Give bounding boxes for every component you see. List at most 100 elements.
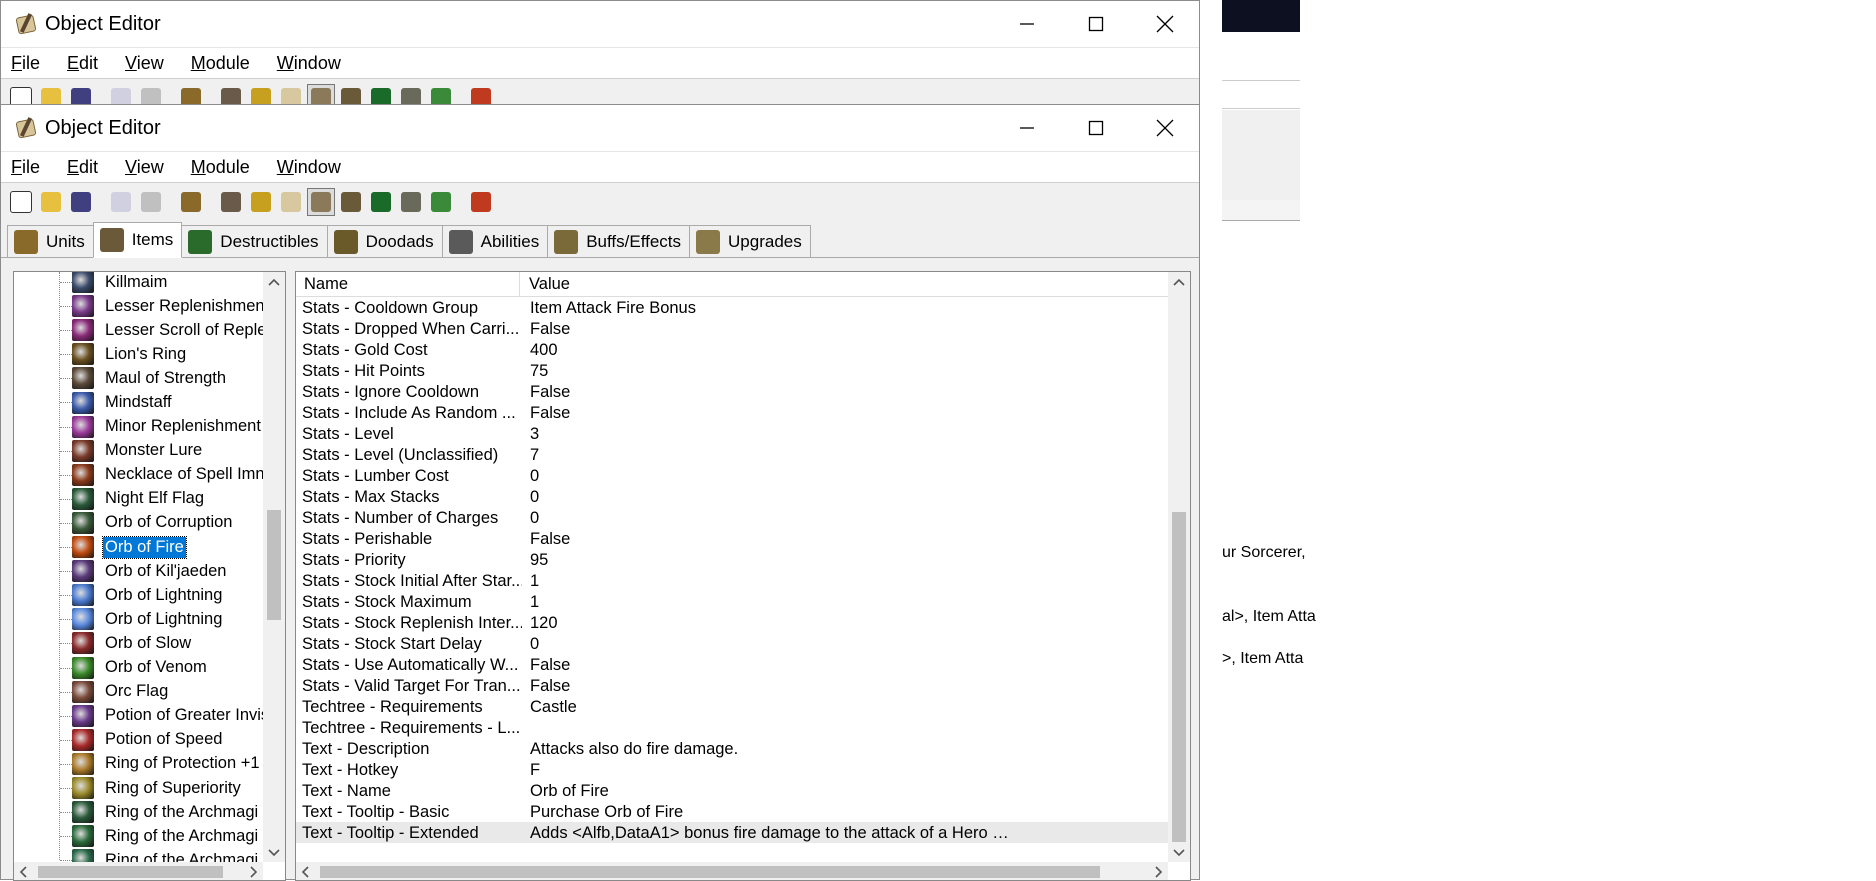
- tree-item[interactable]: Orc Flag: [14, 680, 260, 704]
- tree-item[interactable]: Ring of Superiority: [14, 776, 260, 800]
- value-column-header[interactable]: Value: [529, 275, 570, 294]
- tab-units[interactable]: Units: [7, 225, 94, 257]
- trigger-button[interactable]: [247, 188, 275, 216]
- object-tree-panel[interactable]: Killmaim Lesser Replenishment Lesser Scrol…: [13, 271, 286, 881]
- scroll-up-icon[interactable]: [1168, 272, 1190, 292]
- menu-edit[interactable]: Edit: [55, 157, 110, 178]
- campaign-button[interactable]: [337, 84, 365, 105]
- copy-button[interactable]: [107, 188, 135, 216]
- scroll-left-icon[interactable]: [14, 862, 34, 881]
- tree-item[interactable]: Monster Lure: [14, 439, 260, 463]
- scroll-down-icon[interactable]: [263, 842, 285, 862]
- open-folder-button[interactable]: [37, 84, 65, 105]
- table-row[interactable]: Stats - Level (Unclassified) 7: [296, 444, 1168, 465]
- menu-edit[interactable]: Edit: [55, 53, 110, 74]
- tab-destructibles[interactable]: Destructibles: [181, 225, 328, 257]
- table-row[interactable]: Stats - Stock Replenish Inter... 120: [296, 612, 1168, 633]
- title-bar[interactable]: Object Editor: [1, 1, 1199, 47]
- table-row[interactable]: Stats - Stock Start Delay 0: [296, 633, 1168, 654]
- table-row[interactable]: Stats - Number of Charges 0: [296, 507, 1168, 528]
- close-button[interactable]: [1130, 1, 1199, 47]
- table-row[interactable]: Stats - Ignore Cooldown False: [296, 381, 1168, 402]
- test-map-button[interactable]: [427, 84, 455, 105]
- table-row[interactable]: Stats - Stock Maximum 1: [296, 591, 1168, 612]
- tree-scroll-thumb[interactable]: [267, 510, 281, 620]
- quest-button[interactable]: [467, 84, 495, 105]
- object-editor-button[interactable]: [177, 188, 205, 216]
- tree-hscroll-thumb[interactable]: [38, 866, 223, 878]
- menu-module[interactable]: Module: [179, 53, 262, 74]
- grid-scroll-thumb[interactable]: [1172, 512, 1186, 842]
- scroll-right-icon[interactable]: [243, 862, 263, 881]
- unit-button[interactable]: [307, 84, 335, 105]
- tree-item[interactable]: Killmaim: [14, 272, 260, 294]
- quest-button[interactable]: [467, 188, 495, 216]
- table-row[interactable]: Stats - Gold Cost 400: [296, 339, 1168, 360]
- tree-item[interactable]: Lesser Scroll of Reple: [14, 318, 266, 342]
- column-divider[interactable]: [519, 272, 520, 296]
- scroll-down-icon[interactable]: [1168, 842, 1190, 862]
- tree-item[interactable]: Maul of Strength: [14, 366, 260, 390]
- scroll-right-icon[interactable]: [1148, 862, 1168, 881]
- tab-doodads[interactable]: Doodads: [326, 225, 443, 257]
- tree-item[interactable]: Orb of Lightning: [14, 607, 260, 631]
- menu-module[interactable]: Module: [179, 157, 262, 178]
- menu-view[interactable]: View: [113, 53, 176, 74]
- maximize-button[interactable]: [1061, 105, 1130, 151]
- properties-grid-panel[interactable]: Name Value Stats - Cooldown Group Item At…: [295, 271, 1191, 881]
- table-row[interactable]: Stats - Perishable False: [296, 528, 1168, 549]
- table-row[interactable]: Stats - Cooldown Group Item Attack Fire B…: [296, 297, 1168, 318]
- table-row[interactable]: Text - Tooltip - Basic Purchase Orb of Fi…: [296, 801, 1168, 822]
- table-row[interactable]: Text - Hotkey F: [296, 759, 1168, 780]
- save-button[interactable]: [67, 188, 95, 216]
- tree-item[interactable]: Orb of Kil'jaeden: [14, 559, 260, 583]
- name-column-header[interactable]: Name: [304, 275, 348, 294]
- table-row[interactable]: Stats - Valid Target For Tran... False: [296, 675, 1168, 696]
- table-row[interactable]: Stats - Use Automatically W... False: [296, 654, 1168, 675]
- tab-items[interactable]: Items: [92, 222, 183, 258]
- save-button[interactable]: [67, 84, 95, 105]
- paste-button[interactable]: [137, 188, 165, 216]
- grid-hscroll-thumb[interactable]: [320, 866, 1100, 878]
- copy-button[interactable]: [107, 84, 135, 105]
- table-row[interactable]: Techtree - Requirements - L...: [296, 717, 1168, 738]
- test-map-button[interactable]: [427, 188, 455, 216]
- scroll-left-icon[interactable]: [296, 862, 316, 881]
- table-row[interactable]: Stats - Hit Points 75: [296, 360, 1168, 381]
- tab-buffs-effects[interactable]: Buffs/Effects: [547, 225, 691, 257]
- tree-item[interactable]: Orb of Slow: [14, 631, 260, 655]
- tree-item[interactable]: Lion's Ring: [14, 342, 260, 366]
- paste-button[interactable]: [137, 84, 165, 105]
- table-row[interactable]: Stats - Stock Initial After Star... 1: [296, 570, 1168, 591]
- grid-vertical-scrollbar[interactable]: [1168, 272, 1190, 862]
- new-file-button[interactable]: [7, 188, 35, 216]
- open-folder-button[interactable]: [37, 188, 65, 216]
- table-row[interactable]: Text - Name Orb of Fire: [296, 780, 1168, 801]
- maximize-button[interactable]: [1061, 1, 1130, 47]
- import-button[interactable]: [397, 188, 425, 216]
- tree-item[interactable]: Orb of Corruption: [14, 511, 260, 535]
- tree-item[interactable]: Minor Replenishment: [14, 415, 261, 439]
- table-row[interactable]: Text - Tooltip - Extended Adds <Alfb,Data…: [296, 822, 1168, 843]
- tab-upgrades[interactable]: Upgrades: [689, 225, 811, 257]
- table-row[interactable]: Stats - Include As Random ... False: [296, 402, 1168, 423]
- tree-vertical-scrollbar[interactable]: [263, 272, 285, 862]
- ai-button[interactable]: [367, 84, 395, 105]
- minimize-button[interactable]: [992, 105, 1061, 151]
- table-row[interactable]: Stats - Dropped When Carri... False: [296, 318, 1168, 339]
- tree-item[interactable]: Lesser Replenishment: [14, 294, 269, 318]
- title-bar[interactable]: Object Editor: [1, 105, 1199, 151]
- object-editor-button[interactable]: [177, 84, 205, 105]
- terrain-button[interactable]: [217, 188, 245, 216]
- grid-horizontal-scrollbar[interactable]: [296, 862, 1168, 881]
- table-row[interactable]: Stats - Lumber Cost 0: [296, 465, 1168, 486]
- sound-button[interactable]: [277, 188, 305, 216]
- unit-button[interactable]: [307, 188, 335, 216]
- menu-view[interactable]: View: [113, 157, 176, 178]
- tree-horizontal-scrollbar[interactable]: [14, 862, 263, 881]
- tree-item[interactable]: Orb of Venom: [14, 656, 260, 680]
- tree-item[interactable]: Ring of the Archmagi: [14, 824, 260, 848]
- table-row[interactable]: Techtree - Requirements Castle: [296, 696, 1168, 717]
- import-button[interactable]: [397, 84, 425, 105]
- tree-item[interactable]: Potion of Greater Invis: [14, 704, 269, 728]
